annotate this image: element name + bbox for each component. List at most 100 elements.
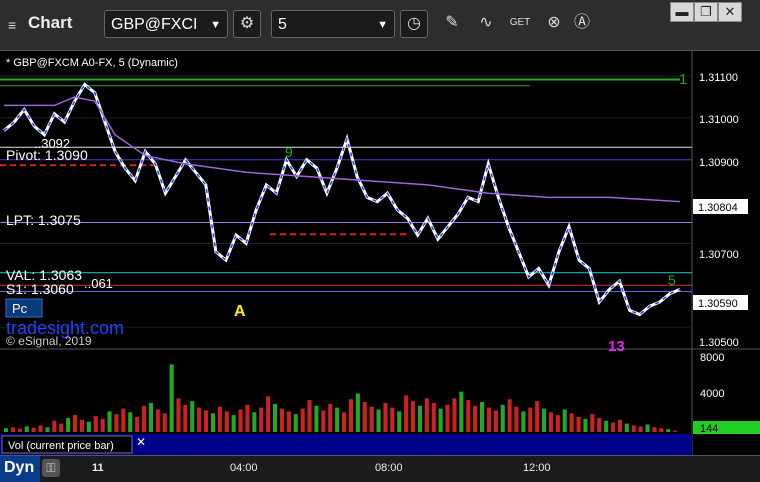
price-chart: * GBP@FXCM A0-FX, 5 (Dynamic) 1.31100 1.… [0, 51, 760, 455]
volume-bar [169, 364, 174, 432]
volume-bar [424, 398, 429, 433]
volume-bar [79, 419, 84, 432]
volume-bar [59, 423, 64, 432]
annotation-9: 9 [285, 144, 293, 160]
volume-bar [190, 401, 195, 432]
y-tick: 1.31100 [699, 72, 738, 84]
volume-bar [162, 413, 167, 433]
volume-bar [611, 422, 616, 432]
y-tick: 1.31000 [699, 114, 739, 126]
volume-bar [155, 409, 160, 432]
volume-bar [521, 411, 526, 432]
volume-bar [300, 408, 305, 432]
current-price-label: 1.30590 [698, 298, 738, 310]
volume-bar [45, 427, 50, 432]
volume-bars [4, 364, 678, 433]
x-tick: 12:00 [523, 462, 551, 474]
volume-bar [459, 391, 464, 432]
y-tick: 1.30700 [699, 249, 739, 261]
volume-bar [514, 406, 519, 432]
volume-bar [507, 399, 512, 432]
volume-bar [38, 425, 43, 432]
volume-bar [673, 430, 678, 432]
volume-bar [631, 425, 636, 432]
volume-bar [431, 402, 436, 432]
y-tick: 1.30900 [699, 157, 739, 169]
volume-bar [24, 426, 29, 432]
x-tick: 04:00 [230, 462, 258, 474]
copyright: © eSignal, 2019 [6, 334, 92, 348]
volume-bar [342, 412, 347, 432]
volume-bar [128, 412, 133, 432]
volume-tick: 4000 [700, 388, 724, 400]
ma-price-label: 1.30804 [698, 202, 738, 214]
volume-bar [252, 412, 257, 432]
lock-icon[interactable]: ⚿ [42, 459, 60, 477]
pc-badge-label: Pc [12, 301, 28, 316]
volume-bar [417, 405, 422, 433]
volume-bar [224, 411, 229, 432]
volume-bar [31, 427, 36, 432]
volume-bar [383, 402, 388, 432]
volume-bar [438, 408, 443, 432]
volume-bar [666, 429, 671, 432]
volume-bar [493, 410, 498, 432]
volume-bar [93, 416, 98, 432]
volume-bar [452, 398, 457, 433]
volume-bar [645, 424, 650, 432]
volume-bar [638, 426, 643, 432]
volume-bar [445, 404, 450, 432]
volume-bar [548, 412, 553, 432]
volume-bar [355, 393, 360, 432]
volume-bar [390, 407, 395, 432]
volume-bar [321, 410, 326, 432]
volume-bar [107, 411, 112, 432]
volume-bar [562, 409, 567, 432]
volume-bar [597, 417, 602, 432]
volume-bar [279, 408, 284, 432]
annotation-a: A [234, 303, 246, 320]
price-panel-bg [0, 51, 692, 348]
volume-bar [4, 428, 9, 433]
y-tick: 1.30500 [699, 337, 739, 349]
volume-bar [590, 414, 595, 432]
volume-bar [473, 405, 478, 433]
volume-bar [576, 417, 581, 432]
volume-label: Vol (current price bar) [8, 440, 114, 452]
level-label-pivot: Pivot: 1.3090 [6, 147, 88, 163]
time-axis-bar: Dyn ⚿ 11 04:00 08:00 12:00 [0, 455, 760, 482]
volume-bar [500, 404, 505, 432]
volume-bar [293, 414, 298, 432]
level-label-s1: S1: 1.3060 [6, 281, 74, 297]
volume-bar [197, 407, 202, 432]
volume-bar [231, 415, 236, 432]
volume-bar [245, 404, 250, 432]
volume-bar [659, 428, 664, 433]
annotation-1: 1 [679, 71, 687, 88]
annotation-13: 13 [608, 338, 625, 355]
volume-bar [286, 411, 291, 432]
dyn-mode-button[interactable]: Dyn [0, 456, 40, 482]
chart-title: * GBP@FXCM A0-FX, 5 (Dynamic) [6, 57, 178, 69]
x-tick: 11 [92, 462, 104, 474]
level-label-lpt: LPT: 1.3075 [6, 212, 81, 228]
volume-bar [73, 415, 78, 432]
volume-bar [238, 409, 243, 432]
volume-current-label: 144 [700, 423, 718, 435]
volume-bar [148, 402, 153, 432]
volume-bar [210, 413, 215, 433]
volume-bar [569, 413, 574, 433]
volume-bar [583, 418, 588, 432]
volume-bar [314, 405, 319, 433]
volume-bar [486, 407, 491, 432]
volume-bar [17, 428, 22, 432]
volume-bar [652, 427, 657, 432]
volume-bar [411, 401, 416, 432]
volume-close-icon[interactable]: ✕ [136, 435, 146, 449]
volume-bar [397, 411, 402, 432]
volume-bar [142, 405, 147, 433]
volume-bar [362, 402, 367, 432]
volume-bar [135, 417, 140, 432]
volume-bar [66, 417, 71, 432]
volume-tick: 8000 [700, 352, 724, 364]
